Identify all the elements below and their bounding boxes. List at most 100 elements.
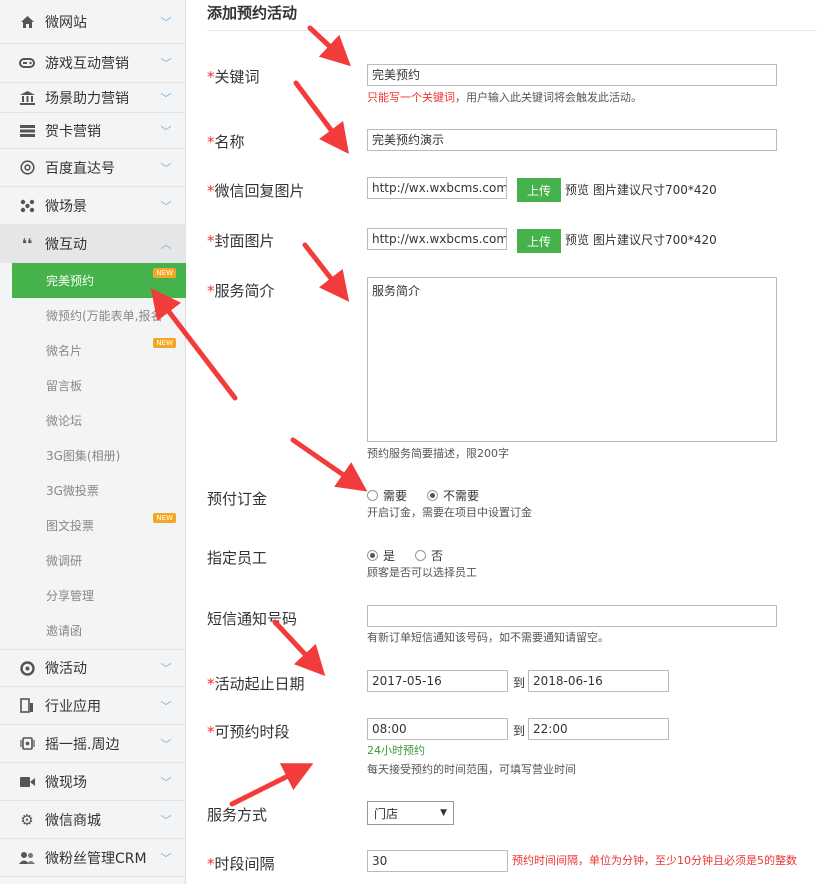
sidebar-item-weiwangzhan[interactable]: 微网站 ﹀ <box>0 0 186 44</box>
sidebar: 微网站 ﹀ 游戏互动营销 ﹀ 场景助力营销 ﹀ 贺卡营销 ﹀ 百度直达号 ﹀ 微… <box>0 0 186 884</box>
main-form: 添加预约活动 *关键词 完美预约 只能写一个关键词，用户输入此关键词将会触发此活… <box>187 0 817 884</box>
chevron-down-icon: ﹀ <box>160 161 172 175</box>
sidebar-subitem-survey[interactable]: 微调研 <box>12 543 186 578</box>
sidebar-subitem-label: 邀请函 <box>46 624 83 638</box>
radio-circle <box>415 550 426 561</box>
end-time-input[interactable]: 22:00 <box>528 718 669 740</box>
sidebar-item-label: 贺卡营销 <box>45 123 101 140</box>
radio-circle <box>367 490 378 501</box>
intro-label: *服务简介 <box>207 282 275 300</box>
intro-textarea[interactable]: 服务简介 <box>367 277 777 442</box>
chevron-down-icon: ﹀ <box>160 199 172 213</box>
chevron-down-icon: ﹀ <box>160 15 172 29</box>
video-icon <box>19 774 35 790</box>
sidebar-subitem-image-vote[interactable]: 图文投票 NEW <box>12 508 186 543</box>
cover-image-preview-link[interactable]: 预览 <box>565 231 589 248</box>
sidebar-subitem-micro-booking[interactable]: 微预约(万能表单,报名 <box>12 298 186 333</box>
sidebar-item-industry[interactable]: 行业应用 ﹀ <box>0 687 186 725</box>
keyword-hint: 只能写一个关键词，用户输入此关键词将会触发此活动。 <box>367 91 642 104</box>
sidebar-subitem-label: 3G图集(相册) <box>46 449 121 463</box>
deposit-no-need-radio[interactable]: 不需要 <box>427 487 479 504</box>
sidebar-subitem-label: 完美预约 <box>46 274 95 288</box>
staff-hint: 顾客是否可以选择员工 <box>367 566 477 579</box>
sidebar-subitem-label: 留言板 <box>46 379 83 393</box>
start-date-input[interactable]: 2017-05-16 <box>367 670 508 692</box>
deposit-need-radio[interactable]: 需要 <box>367 487 407 504</box>
service-mode-value: 门店 <box>374 806 399 821</box>
sidebar-subitem-perfect-booking[interactable]: 完美预约 NEW <box>12 263 186 298</box>
quote-icon: ❛❛ <box>21 235 33 253</box>
sidebar-subitem-invitation[interactable]: 邀请函 <box>12 613 186 648</box>
sidebar-item-activity[interactable]: 微活动 ﹀ <box>0 649 186 687</box>
service-mode-label: 服务方式 <box>207 806 268 824</box>
sidebar-subitem-business-card[interactable]: 微名片 NEW <box>12 333 186 368</box>
sidebar-item-shake[interactable]: 摇一摇.周边 ﹀ <box>0 725 186 763</box>
staff-no-radio[interactable]: 否 <box>415 547 443 564</box>
sidebar-subitem-message-board[interactable]: 留言板 <box>12 368 186 403</box>
home-icon <box>19 14 35 30</box>
sidebar-item-scene-boost[interactable]: 场景助力营销 ﹀ <box>0 83 186 113</box>
sidebar-subitem-label: 图文投票 <box>46 519 95 533</box>
sidebar-subitem-album[interactable]: 3G图集(相册) <box>12 438 186 473</box>
users-icon <box>19 850 35 866</box>
sidebar-subitem-label: 微调研 <box>46 554 83 568</box>
name-input[interactable]: 完美预约演示 <box>367 129 777 151</box>
sidebar-item-label: 微现场 <box>45 774 87 791</box>
date-to-label: 到 <box>513 676 526 690</box>
interval-input[interactable]: 30 <box>367 850 508 872</box>
sidebar-item-game[interactable]: 游戏互动营销 ﹀ <box>0 44 186 83</box>
chevron-down-icon: ﹀ <box>160 662 172 675</box>
sidebar-item-label: 微互动 <box>45 237 87 253</box>
cover-image-input[interactable]: http://wx.wxbcms.com/ <box>367 228 507 250</box>
sidebar-subitem-vote[interactable]: 3G微投票 <box>12 473 186 508</box>
sidebar-item-shop[interactable]: ⚙ 微信商城 ﹀ <box>0 801 186 839</box>
card-icon <box>19 123 35 139</box>
activity-icon <box>19 660 35 676</box>
interval-hint: 预约时间间隔，单位为分钟，至少10分钟且必须是5的整数 <box>512 854 797 867</box>
gear-icon: ⚙ <box>20 810 34 829</box>
bank-icon <box>19 90 35 106</box>
sidebar-item-label: 百度直达号 <box>45 160 115 177</box>
sidebar-item-live[interactable]: 微现场 ﹀ <box>0 763 186 801</box>
sidebar-item-crm[interactable]: 微粉丝管理CRM ﹀ <box>0 839 186 877</box>
sidebar-subitem-forum[interactable]: 微论坛 <box>12 403 186 438</box>
chevron-down-icon: ﹀ <box>160 91 172 105</box>
sidebar-item-scene[interactable]: 微场景 ﹀ <box>0 187 186 225</box>
at-icon <box>19 160 35 176</box>
new-badge: NEW <box>153 268 176 278</box>
sidebar-item-label: 微活动 <box>45 661 87 677</box>
staff-yes-radio[interactable]: 是 <box>367 547 395 564</box>
keyword-input[interactable]: 完美预约 <box>367 64 777 86</box>
cover-image-label: *封面图片 <box>207 232 275 250</box>
title-divider <box>207 30 817 31</box>
deposit-hint: 开启订金，需要在项目中设置订金 <box>367 506 532 519</box>
deposit-label: 预付订金 <box>207 490 268 508</box>
time-range-label: *可预约时段 <box>207 723 290 741</box>
staff-label: 指定员工 <box>207 549 268 567</box>
sidebar-subitem-share[interactable]: 分享管理 <box>12 578 186 613</box>
sidebar-item-card[interactable]: 贺卡营销 ﹀ <box>0 113 186 149</box>
new-badge: NEW <box>153 513 176 523</box>
start-time-input[interactable]: 08:00 <box>367 718 508 740</box>
sidebar-subitem-label: 微论坛 <box>46 414 83 428</box>
sidebar-item-label: 游戏互动营销 <box>45 56 129 72</box>
chevron-down-icon: ﹀ <box>160 737 172 751</box>
cover-image-upload-button[interactable]: 上传 <box>517 229 561 253</box>
reply-image-upload-button[interactable]: 上传 <box>517 178 561 202</box>
chevron-up-icon: ︿ <box>160 238 172 251</box>
reply-image-input[interactable]: http://wx.wxbcms.com/ <box>367 177 507 199</box>
chevron-down-icon: ﹀ <box>160 57 172 70</box>
new-badge: NEW <box>153 338 176 348</box>
sidebar-item-baidu[interactable]: 百度直达号 ﹀ <box>0 149 186 187</box>
sidebar-item-label: 微信商城 <box>45 812 101 829</box>
sidebar-subitem-label: 微名片 <box>46 344 83 358</box>
sms-input[interactable] <box>367 605 777 627</box>
sidebar-item-label: 微粉丝管理CRM <box>45 850 147 867</box>
chevron-down-icon: ﹀ <box>160 699 172 713</box>
reply-image-preview-link[interactable]: 预览 <box>565 181 589 198</box>
service-mode-select[interactable]: 门店 ▼ <box>367 801 454 825</box>
chevron-down-icon: ﹀ <box>160 775 172 789</box>
sms-label: 短信通知号码 <box>207 610 298 628</box>
sidebar-item-interact[interactable]: ❛❛ 微互动 ︿ <box>0 225 186 263</box>
end-date-input[interactable]: 2018-06-16 <box>528 670 669 692</box>
